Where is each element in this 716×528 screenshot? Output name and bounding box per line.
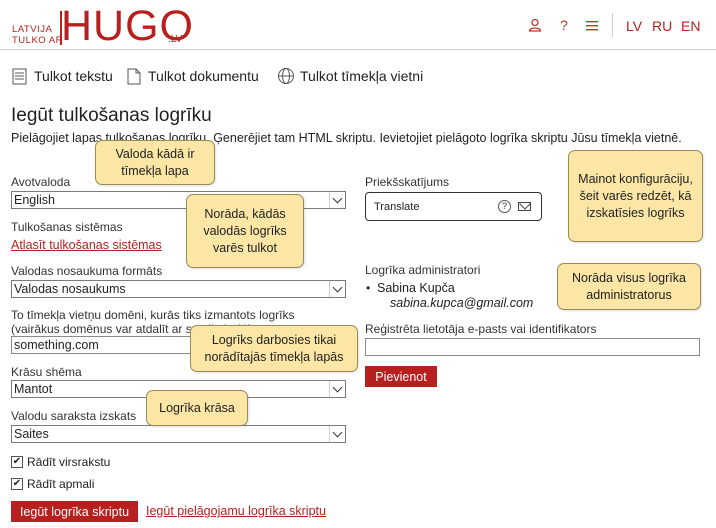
- tab-label: Tulkot tīmekļa vietni: [300, 68, 424, 84]
- select-value: English: [14, 193, 55, 207]
- tab-translate-document[interactable]: Tulkot dokumentu: [125, 66, 259, 86]
- list-look-select[interactable]: Saites: [11, 425, 346, 443]
- callout-text: Valoda kādā ir tīmekļa lapa: [115, 146, 195, 178]
- register-input[interactable]: [365, 338, 700, 356]
- preview-label: Priekšskatījums: [365, 175, 450, 189]
- help-icon: ?: [498, 200, 511, 213]
- document-icon: [11, 67, 29, 85]
- checkmark-icon: ✔: [11, 478, 23, 490]
- lang-ru[interactable]: RU: [652, 18, 672, 34]
- add-admin-button[interactable]: Pievienot: [365, 366, 437, 387]
- register-label: Reģistrēta lietotāja e-pasts vai identif…: [365, 322, 597, 336]
- callout-domains: Logrīks darbosies tikai norādītajās tīme…: [164, 325, 358, 372]
- select-value: Valodas nosaukums: [14, 282, 126, 296]
- name-format-select[interactable]: Valodas nosaukums: [11, 280, 346, 298]
- chevron-down-icon: [329, 192, 345, 208]
- callout-text: Logrīka krāsa: [159, 400, 235, 415]
- color-label: Krāsu shēma: [11, 365, 82, 379]
- callout-preview: Mainot konfigurāciju, šeit varēs redzēt,…: [542, 150, 703, 242]
- get-script-button[interactable]: Iegūt logrīka skriptu: [11, 501, 138, 522]
- chevron-down-icon: [329, 381, 345, 397]
- tab-translate-text[interactable]: Tulkot tekstu: [11, 66, 113, 86]
- list-look-label: Valodu saraksta izskats: [11, 409, 137, 423]
- checkbox-label: Rādīt apmali: [27, 477, 95, 491]
- menu-icon[interactable]: [583, 16, 601, 34]
- tab-translate-website[interactable]: Tulkot tīmekļa vietni: [277, 66, 423, 86]
- checkmark-icon: ✔: [11, 456, 23, 468]
- bullet-icon: •: [366, 281, 371, 295]
- callout-color: Logrīka krāsa: [124, 390, 248, 426]
- select-systems-link[interactable]: Atlasīt tulkošanas sistēmas: [11, 238, 162, 252]
- help-icon[interactable]: ?: [555, 16, 573, 34]
- logo[interactable]: LATVIJA TULKO AR: [12, 24, 63, 46]
- tab-label: Tulkot tekstu: [34, 68, 113, 84]
- header-separator: [612, 13, 613, 37]
- page-title: Iegūt tulkošanas logrīku: [11, 105, 212, 126]
- select-value: Saites: [14, 427, 49, 441]
- tab-label: Tulkot dokumentu: [148, 68, 259, 84]
- widget-text: Translate: [374, 201, 420, 213]
- admins-label: Logrīka administratori: [365, 263, 481, 277]
- callout-text: Mainot konfigurāciju, šeit varēs redzēt,…: [578, 171, 693, 220]
- chevron-down-icon: [329, 426, 345, 442]
- lang-en[interactable]: EN: [681, 18, 700, 34]
- admin-name: Sabina Kupča: [377, 281, 455, 295]
- logo-line2: TULKO AR: [12, 35, 63, 46]
- callout-text: Norāda, kādās valodās logrīks varēs tulk…: [203, 206, 287, 255]
- callout-admins: Norāda visus logrīka administratorus: [539, 263, 701, 310]
- widget-preview[interactable]: Translate ?: [365, 192, 542, 221]
- user-icon[interactable]: [526, 16, 544, 34]
- file-icon: [125, 67, 143, 85]
- select-value: Mantot: [14, 382, 53, 396]
- checkbox-label: Rādīt virsrakstu: [27, 455, 111, 469]
- callout-systems: Norāda, kādās valodās logrīks varēs tulk…: [166, 194, 304, 268]
- callout-source-lang: Valoda kādā ir tīmekļa lapa: [73, 140, 215, 187]
- admin-email: sabina.kupca@gmail.com: [390, 296, 534, 310]
- mail-icon: [518, 202, 531, 211]
- show-title-checkbox[interactable]: ✔ Rādīt virsrakstu: [11, 455, 110, 469]
- logo-line1: LATVIJA: [12, 24, 53, 35]
- header: LATVIJA TULKO AR HUGO .LV ? LV RU EN: [0, 0, 716, 50]
- system-label: Tulkošanas sistēmas: [11, 220, 123, 234]
- globe-icon: [277, 67, 295, 85]
- chevron-down-icon: [329, 281, 345, 297]
- logo-suffix: .LV: [168, 34, 183, 45]
- show-border-checkbox[interactable]: ✔ Rādīt apmali: [11, 477, 94, 491]
- name-format-label: Valodas nosaukuma formāts: [11, 264, 163, 278]
- callout-text: Logrīks darbosies tikai norādītajās tīme…: [204, 332, 344, 364]
- get-custom-script-link[interactable]: Iegūt pielāgojamu logrīka skriptu: [146, 504, 326, 518]
- source-lang-label: Avotvaloda: [11, 175, 71, 189]
- lang-lv[interactable]: LV: [626, 18, 642, 34]
- callout-text: Norāda visus logrīka administratorus: [572, 270, 686, 302]
